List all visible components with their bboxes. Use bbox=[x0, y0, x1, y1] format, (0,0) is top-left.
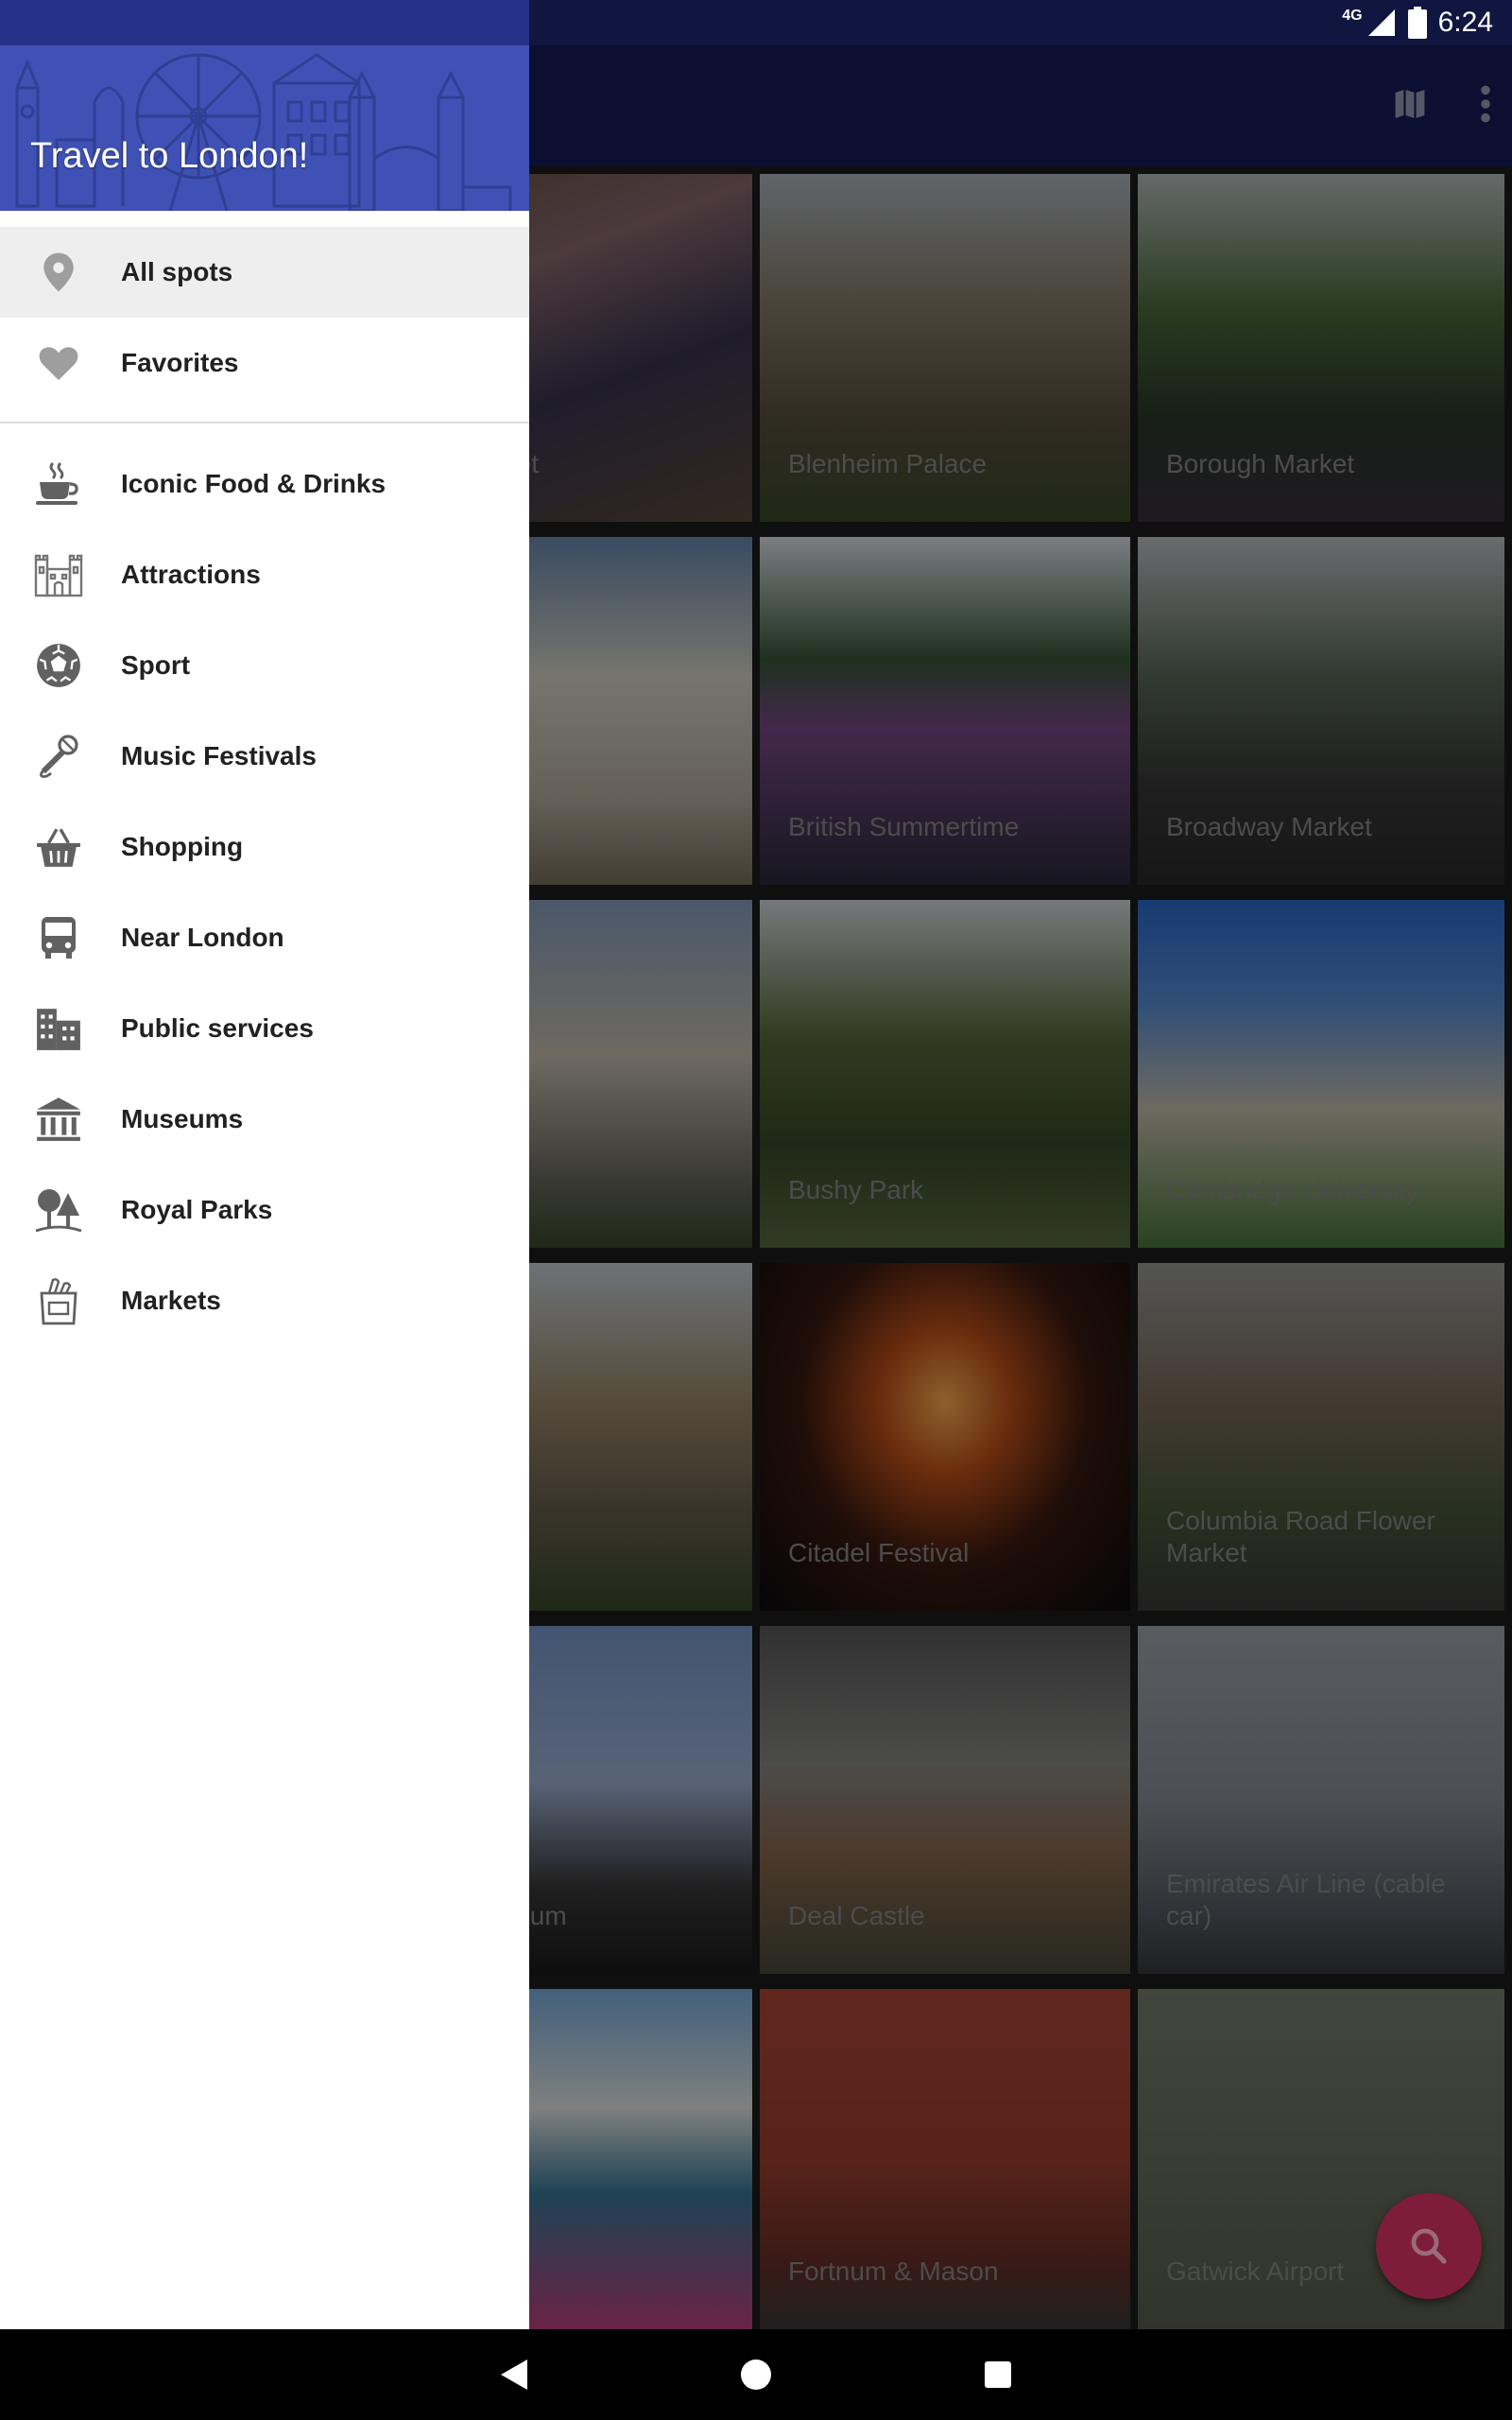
drawer-item-label: Attractions bbox=[121, 560, 261, 589]
drawer-item-label: Markets bbox=[121, 1286, 221, 1315]
network-type: 4G bbox=[1342, 8, 1363, 24]
drawer-item-label: Iconic Food & Drinks bbox=[121, 469, 387, 498]
battery-icon bbox=[1407, 7, 1427, 39]
drawer-item-shopping[interactable]: Shopping bbox=[0, 802, 529, 892]
museum-icon bbox=[37, 1098, 80, 1141]
drawer-item-label: Music Festivals bbox=[121, 741, 317, 770]
drawer-item-all-spots[interactable]: All spots bbox=[0, 227, 529, 318]
drawer-item-museums[interactable]: Museums bbox=[0, 1074, 529, 1165]
drawer-item-label: Royal Parks bbox=[121, 1195, 273, 1224]
back-icon[interactable] bbox=[495, 2356, 533, 2394]
drawer-header: Travel to London! bbox=[0, 45, 529, 211]
navigation-drawer: Travel to London! All spots Favorites Ic… bbox=[0, 0, 529, 2329]
buildings-icon bbox=[37, 1009, 80, 1050]
drawer-item-iconic-food-drinks[interactable]: Iconic Food & Drinks bbox=[0, 439, 529, 529]
home-icon[interactable] bbox=[739, 2358, 773, 2392]
search-fab[interactable] bbox=[1376, 2193, 1482, 2299]
castle-icon bbox=[34, 554, 83, 597]
signal-icon bbox=[1367, 9, 1395, 36]
drawer-item-near-london[interactable]: Near London bbox=[0, 892, 529, 983]
drawer-title: Travel to London! bbox=[30, 136, 309, 176]
drawer-item-markets[interactable]: Markets bbox=[0, 1255, 529, 1346]
drawer-item-royal-parks[interactable]: Royal Parks bbox=[0, 1165, 529, 1255]
drawer-item-label: Public services bbox=[121, 1013, 314, 1043]
heart-icon bbox=[39, 347, 78, 381]
soccer-ball-icon bbox=[37, 644, 80, 687]
drawer-item-attractions[interactable]: Attractions bbox=[0, 529, 529, 620]
status-time: 6:24 bbox=[1437, 7, 1493, 38]
drawer-item-label: All spots bbox=[121, 257, 233, 286]
basket-icon bbox=[37, 828, 80, 867]
recents-icon[interactable] bbox=[983, 2360, 1013, 2390]
drawer-item-label: Shopping bbox=[121, 832, 244, 861]
drawer-divider bbox=[0, 422, 529, 424]
drawer-item-label: Museums bbox=[121, 1104, 244, 1133]
coffee-cup-icon bbox=[36, 462, 78, 505]
drawer-item-label: Near London bbox=[121, 923, 284, 952]
drawer-item-music-festivals[interactable]: Music Festivals bbox=[0, 711, 529, 802]
bus-icon bbox=[42, 917, 76, 959]
drawer-item-sport[interactable]: Sport bbox=[0, 620, 529, 711]
drawer-item-public-services[interactable]: Public services bbox=[0, 983, 529, 1074]
london-skyline-illustration bbox=[15, 53, 512, 211]
search-icon bbox=[1411, 2228, 1447, 2264]
microphone-icon bbox=[40, 735, 78, 778]
system-nav-bar bbox=[0, 2329, 1512, 2420]
drawer-item-label: Sport bbox=[121, 650, 191, 680]
drawer-item-favorites[interactable]: Favorites bbox=[0, 318, 529, 408]
drawer-item-label: Favorites bbox=[121, 348, 239, 377]
grocery-bag-icon bbox=[40, 1278, 77, 1325]
location-pin-icon bbox=[43, 252, 74, 292]
trees-icon bbox=[35, 1189, 82, 1233]
